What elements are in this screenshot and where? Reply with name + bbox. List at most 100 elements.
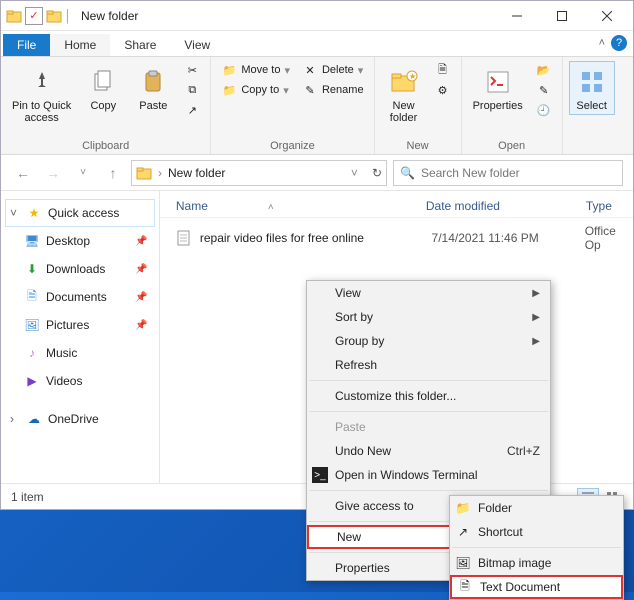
file-date: 7/14/2021 11:46 PM <box>432 231 585 245</box>
nav-item-label: Pictures <box>46 318 89 332</box>
rename-label: Rename <box>322 84 364 96</box>
copy-label: Copy <box>90 100 116 112</box>
search-box[interactable]: 🔍 Search New folder <box>393 160 623 186</box>
navigation-pane: ˅ ★ Quick access 🖥Desktop📌 ⬇Downloads📌 🗎… <box>1 191 160 483</box>
forward-button[interactable]: → <box>41 165 65 181</box>
new-folder-button[interactable]: ★ New folder <box>381 61 427 127</box>
qat-toggle-icon[interactable]: ✓ <box>25 7 43 25</box>
file-row[interactable]: repair video files for free online 7/14/… <box>160 218 633 258</box>
maximize-button[interactable] <box>539 2 584 30</box>
chevron-down-icon[interactable]: ˅ <box>351 166 358 180</box>
chevron-right-icon: › <box>158 166 162 180</box>
select-button[interactable]: Select <box>569 61 615 115</box>
clipboard-extras: ✂ ⧉ ↗ <box>180 61 204 119</box>
copy-icon <box>91 64 115 100</box>
tab-view[interactable]: View <box>170 34 224 56</box>
paste-shortcut-button[interactable]: ↗ <box>180 101 204 119</box>
pin-icon: 📌 <box>135 320 147 331</box>
window-controls <box>494 2 629 30</box>
ctx-new-shortcut[interactable]: ↗Shortcut <box>450 520 623 544</box>
organize-group-label: Organize <box>270 140 315 152</box>
copy-button[interactable]: Copy <box>80 61 126 115</box>
collapse-ribbon-icon[interactable]: ˄ <box>599 37 605 49</box>
new-item-button[interactable]: 🗎 <box>431 61 455 79</box>
nav-desktop[interactable]: 🖥Desktop📌 <box>5 227 155 255</box>
new-folder-label: New folder <box>390 100 418 124</box>
file-tab[interactable]: File <box>3 34 50 56</box>
paste-button[interactable]: Paste <box>130 61 176 115</box>
nav-documents[interactable]: 🗎Documents📌 <box>5 283 155 311</box>
nav-onedrive[interactable]: › ☁ OneDrive <box>5 405 155 433</box>
back-button[interactable]: ← <box>11 165 35 181</box>
up-button[interactable]: ↑ <box>101 165 125 181</box>
ctx-refresh[interactable]: Refresh <box>307 353 550 377</box>
scissors-icon: ✂ <box>184 62 200 78</box>
ctx-undo[interactable]: Undo NewCtrl+Z <box>307 439 550 463</box>
ctx-new-folder[interactable]: 📁Folder <box>450 496 623 520</box>
folder-small-icon <box>45 7 63 25</box>
shortcut-icon: ↗ <box>455 524 471 540</box>
edit-button[interactable]: ✎ <box>532 81 556 99</box>
col-name[interactable]: Name˄ <box>176 199 426 213</box>
folder-icon: 📁 <box>455 500 471 516</box>
chevron-down-icon: ˅ <box>10 206 20 220</box>
address-box[interactable]: › New folder ˅ ↻ <box>131 160 387 186</box>
qat-separator: │ <box>65 7 71 25</box>
nav-downloads[interactable]: ⬇Downloads📌 <box>5 255 155 283</box>
downloads-icon: ⬇ <box>24 261 40 277</box>
star-icon: ★ <box>26 205 42 221</box>
ctx-group-by[interactable]: Group by▶ <box>307 329 550 353</box>
tab-home[interactable]: Home <box>50 34 110 56</box>
titlebar: ✓ │ New folder <box>1 1 633 31</box>
clipboard-group-label: Clipboard <box>82 140 129 152</box>
ctx-terminal[interactable]: >_Open in Windows Terminal <box>307 463 550 487</box>
ctx-view[interactable]: View▶ <box>307 281 550 305</box>
copy-path-button[interactable]: ⧉ <box>180 81 204 99</box>
shortcut-icon: ↗ <box>184 102 200 118</box>
minimize-button[interactable] <box>494 2 539 30</box>
delete-button[interactable]: ✕Delete ▾ <box>298 61 368 79</box>
tab-share[interactable]: Share <box>110 34 170 56</box>
copy-to-button[interactable]: 📁Copy to ▾ <box>217 81 294 99</box>
properties-button[interactable]: Properties <box>468 61 528 115</box>
ctx-new-bitmap[interactable]: 🖼Bitmap image <box>450 551 623 575</box>
ribbon-group-organize: 📁Move to ▾ 📁Copy to ▾ ✕Delete ▾ ✎Rename … <box>211 57 374 154</box>
nav-pictures[interactable]: 🖼Pictures📌 <box>5 311 155 339</box>
rename-button[interactable]: ✎Rename <box>298 81 368 99</box>
chevron-right-icon: ▶ <box>532 312 540 323</box>
select-icon <box>580 64 604 100</box>
paste-icon <box>141 64 165 100</box>
pin-icon: 📌 <box>135 264 147 275</box>
delete-icon: ✕ <box>302 62 318 78</box>
ctx-sort-by[interactable]: Sort by▶ <box>307 305 550 329</box>
history-icon: 🕘 <box>536 102 552 118</box>
open-group-label: Open <box>498 140 525 152</box>
help-icon[interactable]: ? <box>611 35 627 51</box>
context-submenu-new: 📁Folder ↗Shortcut 🖼Bitmap image 🗎Text Do… <box>449 495 624 600</box>
easy-access-button[interactable]: ⚙ <box>431 81 455 99</box>
nav-item-label: Videos <box>46 374 82 388</box>
pin-icon: 📌 <box>135 236 147 247</box>
move-to-button[interactable]: 📁Move to ▾ <box>217 61 294 79</box>
search-icon: 🔍 <box>400 166 415 180</box>
open-button[interactable]: 📂 <box>532 61 556 79</box>
history-button[interactable]: 🕘 <box>532 101 556 119</box>
recent-dropdown[interactable]: ˅ <box>71 167 95 178</box>
close-button[interactable] <box>584 2 629 30</box>
cut-button[interactable]: ✂ <box>180 61 204 79</box>
bitmap-icon: 🖼 <box>455 555 471 571</box>
ctx-new-textdoc[interactable]: 🗎Text Document <box>450 575 623 599</box>
qat-icons: ✓ │ <box>5 7 71 25</box>
pin-quick-access-button[interactable]: Pin to Quick access <box>7 61 76 127</box>
ribbon-group-clipboard: Pin to Quick access Copy Paste ✂ ⧉ ↗ Cli… <box>1 57 211 154</box>
ctx-customize[interactable]: Customize this folder... <box>307 384 550 408</box>
nav-music[interactable]: ♪Music <box>5 339 155 367</box>
col-type[interactable]: Type <box>586 199 633 213</box>
folder-icon <box>136 165 152 181</box>
nav-quick-access[interactable]: ˅ ★ Quick access <box>5 199 155 227</box>
refresh-icon[interactable]: ↻ <box>372 166 382 180</box>
col-date[interactable]: Date modified <box>426 199 586 213</box>
nav-videos[interactable]: ▶Videos <box>5 367 155 395</box>
easy-access-icon: ⚙ <box>435 82 451 98</box>
sort-indicator-icon: ˄ <box>268 202 274 213</box>
